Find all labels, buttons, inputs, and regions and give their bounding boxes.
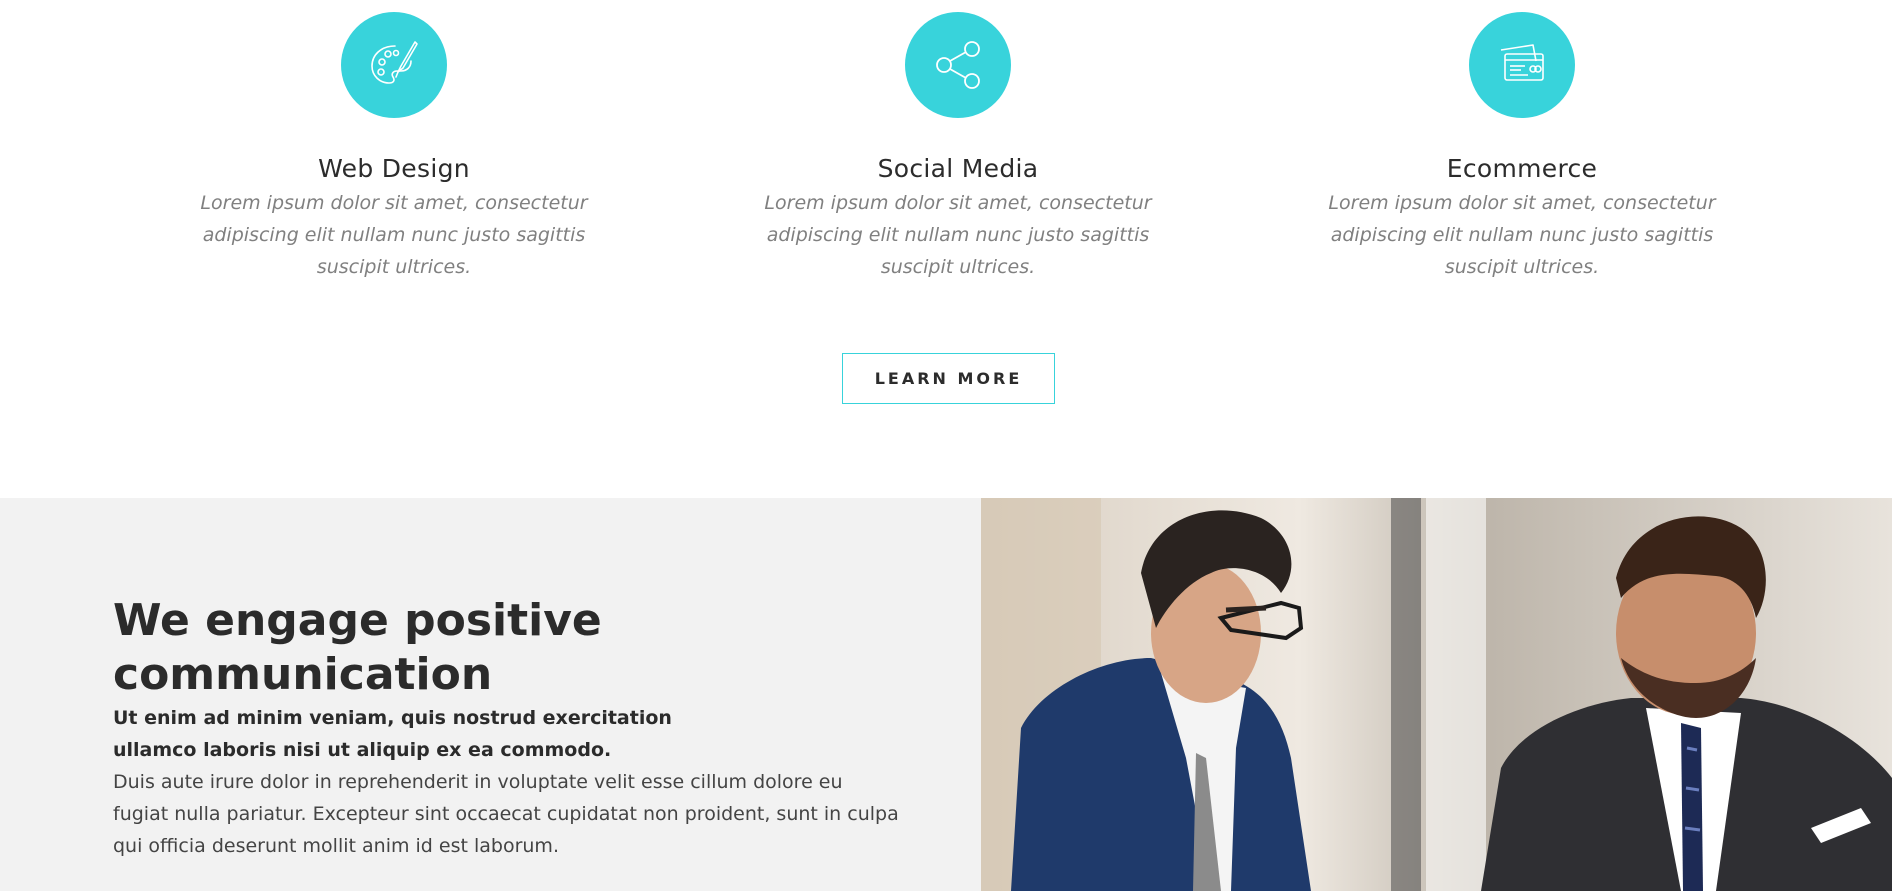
about-body: Duis aute irure dolor in reprehenderit i… [113, 771, 899, 857]
service-icon-circle [905, 12, 1011, 118]
service-web-design: Web Design Lorem ipsum dolor sit amet, c… [184, 12, 604, 283]
about-section: We engage positive communication Ut enim… [0, 498, 1892, 891]
service-title: Web Design [318, 154, 470, 183]
services-section: Web Design Lorem ipsum dolor sit amet, c… [0, 0, 1892, 498]
service-icon-circle [341, 12, 447, 118]
learn-more-button[interactable]: LEARN MORE [842, 353, 1055, 404]
share-icon [936, 41, 980, 89]
credit-cards-icon [1500, 44, 1544, 81]
about-lead: Ut enim ad minim veniam, quis nostrud ex… [113, 707, 672, 761]
service-description: Lorem ipsum dolor sit amet, consectetur … [764, 192, 1152, 278]
service-title: Ecommerce [1446, 154, 1598, 183]
service-ecommerce: Ecommerce Lorem ipsum dolor sit amet, co… [1312, 12, 1732, 283]
two-businessmen-photo [981, 498, 1892, 891]
service-description: Lorem ipsum dolor sit amet, consectetur … [200, 192, 588, 278]
service-icon-circle [1469, 12, 1575, 118]
about-title: We engage positive communication [113, 595, 602, 700]
service-description: Lorem ipsum dolor sit amet, consectetur … [1328, 192, 1716, 278]
palette-brush-icon [371, 41, 418, 84]
service-social-media: Social Media Lorem ipsum dolor sit amet,… [748, 12, 1168, 283]
about-text-panel: We engage positive communication Ut enim… [0, 498, 981, 891]
service-title: Social Media [877, 154, 1039, 183]
